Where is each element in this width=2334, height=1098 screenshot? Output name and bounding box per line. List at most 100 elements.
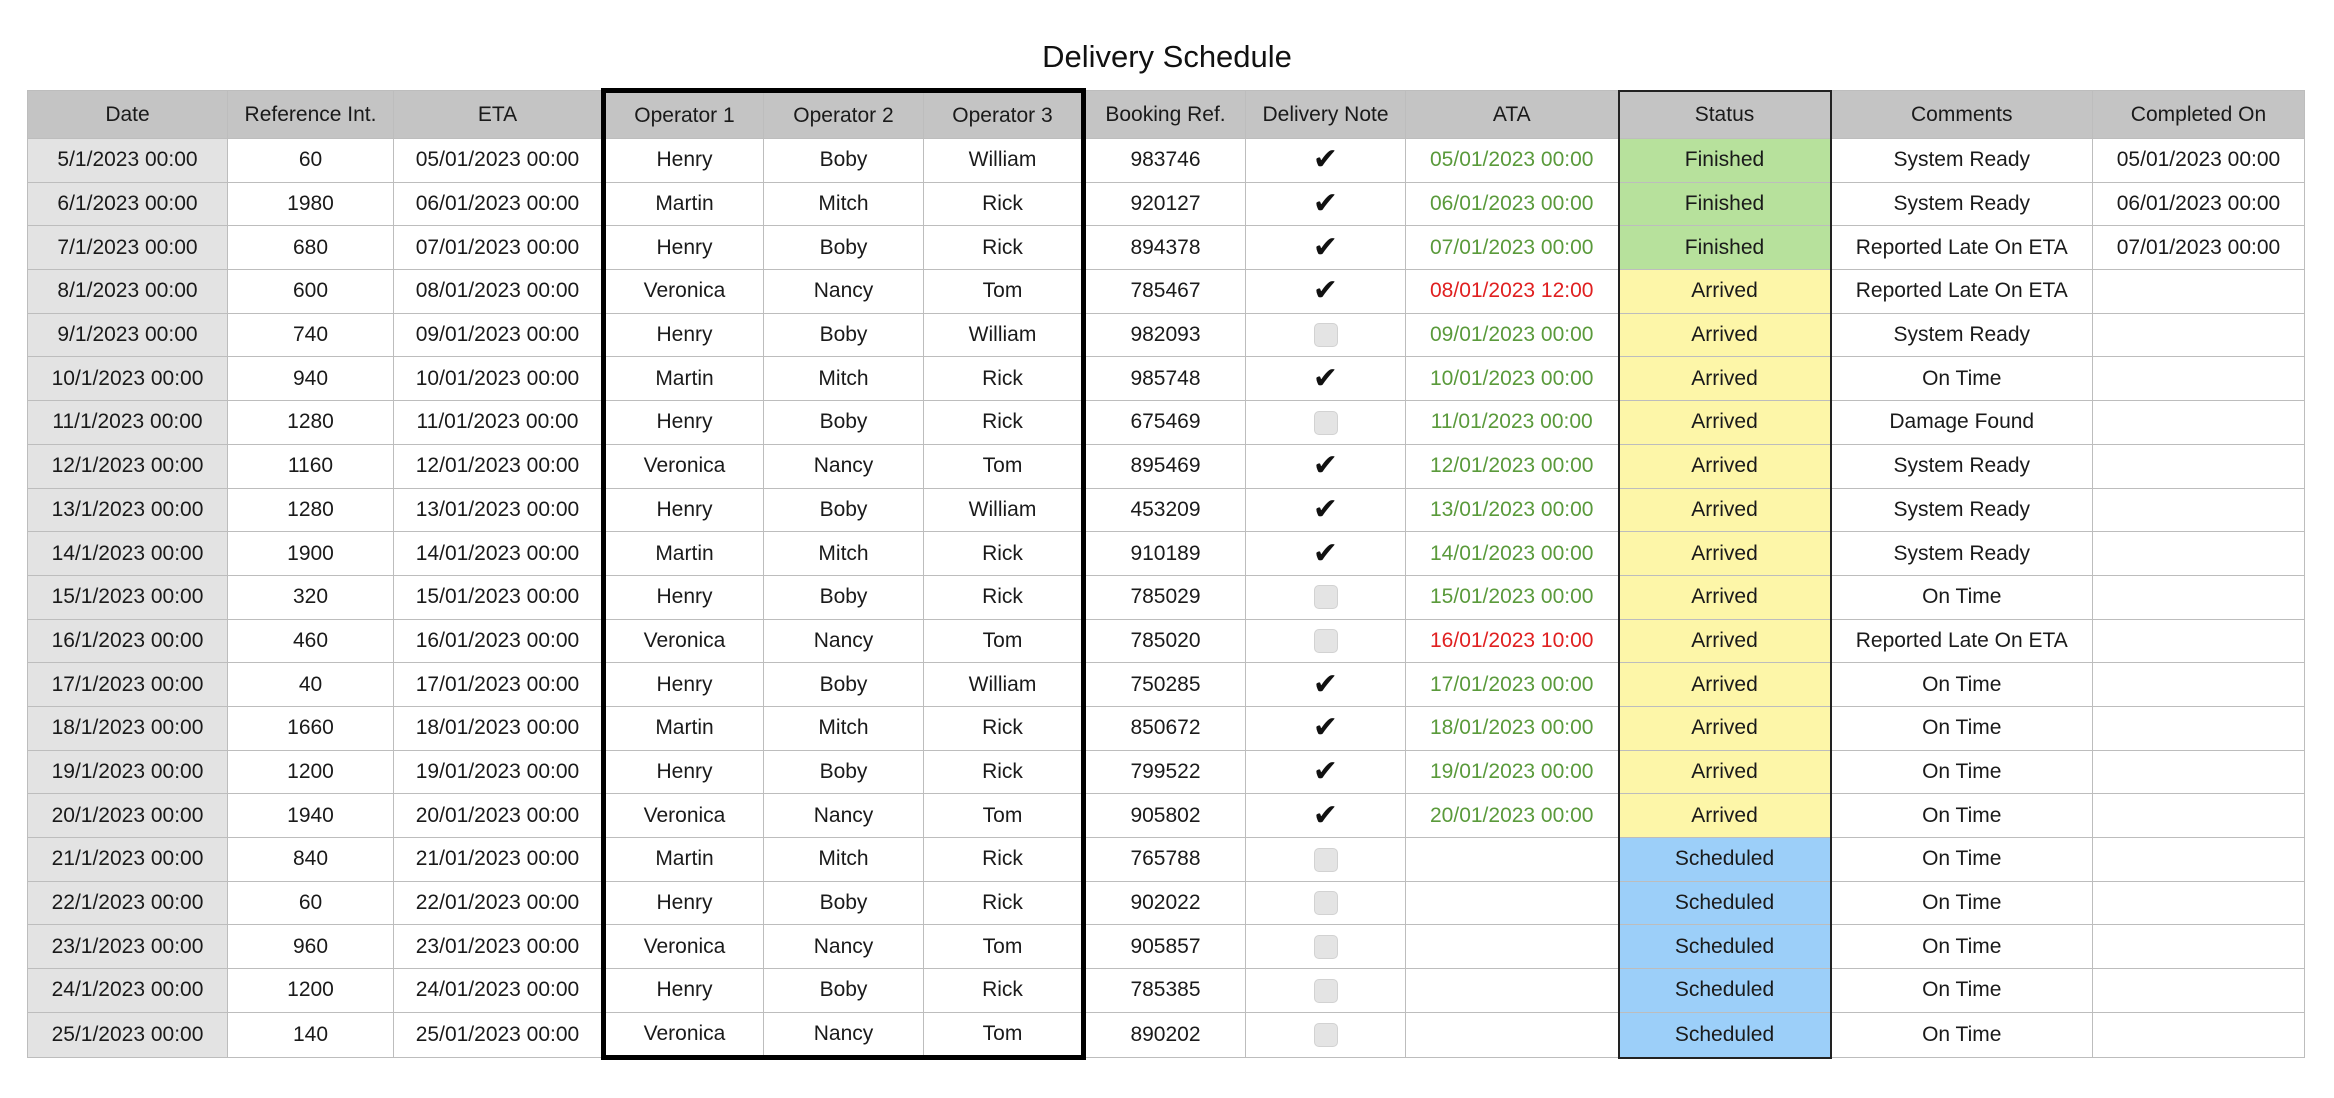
ata-cell[interactable]: 15/01/2023 00:00 [1405, 574, 1619, 620]
ata-cell[interactable] [1405, 968, 1619, 1013]
delivery-note-cell[interactable] [1245, 968, 1406, 1013]
eta-cell[interactable]: 22/01/2023 00:00 [393, 880, 604, 926]
booking-ref-cell[interactable]: 910189 [1083, 531, 1246, 576]
booking-ref-cell[interactable]: 785385 [1083, 968, 1246, 1013]
status-cell[interactable]: Arrived [1617, 356, 1832, 402]
checkbox-checked-icon[interactable]: ✔ [1313, 799, 1338, 832]
reference-cell[interactable]: 1900 [227, 531, 394, 576]
completed-on-cell[interactable] [2092, 793, 2305, 838]
operator-2-cell[interactable]: Boby [763, 225, 924, 271]
ata-cell[interactable] [1405, 1011, 1619, 1059]
booking-ref-cell[interactable]: 453209 [1083, 487, 1246, 533]
completed-on-cell[interactable] [2092, 531, 2305, 576]
checkbox-checked-icon[interactable]: ✔ [1313, 449, 1338, 482]
completed-on-cell[interactable] [2092, 749, 2305, 795]
checkbox-checked-icon[interactable]: ✔ [1313, 231, 1338, 264]
comments-cell[interactable]: System Ready [1830, 487, 2093, 533]
date-cell[interactable]: 23/1/2023 00:00 [27, 924, 228, 970]
operator-3-cell[interactable]: Tom [923, 793, 1086, 838]
reference-cell[interactable]: 1200 [227, 968, 394, 1013]
ata-cell[interactable]: 19/01/2023 00:00 [1405, 749, 1619, 795]
checkbox-empty-icon[interactable] [1313, 847, 1338, 872]
operator-1-cell[interactable]: Martin [601, 181, 764, 227]
operator-2-cell[interactable]: Mitch [763, 531, 924, 576]
reference-cell[interactable]: 1280 [227, 400, 394, 445]
status-cell[interactable]: Arrived [1617, 487, 1832, 533]
completed-on-cell[interactable] [2092, 312, 2305, 358]
delivery-note-cell[interactable]: ✔ [1245, 356, 1406, 402]
reference-cell[interactable]: 680 [227, 225, 394, 271]
delivery-note-cell[interactable]: ✔ [1245, 269, 1406, 314]
status-cell[interactable]: Arrived [1617, 531, 1832, 576]
status-cell[interactable]: Arrived [1617, 574, 1832, 620]
booking-ref-cell[interactable]: 905857 [1083, 924, 1246, 970]
ata-cell[interactable]: 07/01/2023 00:00 [1405, 225, 1619, 271]
checkbox-empty-icon[interactable] [1313, 978, 1338, 1003]
reference-cell[interactable]: 940 [227, 356, 394, 402]
operator-2-cell[interactable]: Nancy [763, 443, 924, 489]
comments-cell[interactable]: On Time [1830, 837, 2093, 882]
comments-cell[interactable]: On Time [1830, 968, 2093, 1013]
comments-cell[interactable]: On Time [1830, 793, 2093, 838]
date-cell[interactable]: 5/1/2023 00:00 [27, 138, 228, 183]
operator-3-cell[interactable]: William [923, 138, 1086, 183]
checkbox-empty-icon[interactable] [1313, 585, 1338, 610]
completed-on-cell[interactable] [2092, 487, 2305, 533]
ata-cell[interactable]: 06/01/2023 00:00 [1405, 181, 1619, 227]
date-cell[interactable]: 10/1/2023 00:00 [27, 356, 228, 402]
booking-ref-cell[interactable]: 920127 [1083, 181, 1246, 227]
ata-cell[interactable]: 18/01/2023 00:00 [1405, 705, 1619, 751]
booking-ref-cell[interactable]: 799522 [1083, 749, 1246, 795]
status-cell[interactable]: Arrived [1617, 749, 1832, 795]
reference-cell[interactable]: 840 [227, 837, 394, 882]
operator-3-cell[interactable]: Tom [923, 924, 1086, 970]
delivery-note-cell[interactable] [1245, 880, 1406, 926]
column-header-status[interactable]: Status [1617, 89, 1832, 139]
ata-cell[interactable] [1405, 880, 1619, 926]
operator-2-cell[interactable]: Nancy [763, 793, 924, 838]
comments-cell[interactable]: On Time [1830, 880, 2093, 926]
booking-ref-cell[interactable]: 785029 [1083, 574, 1246, 620]
status-cell[interactable]: Finished [1617, 225, 1832, 271]
operator-1-cell[interactable]: Henry [601, 225, 764, 271]
booking-ref-cell[interactable]: 894378 [1083, 225, 1246, 271]
operator-1-cell[interactable]: Veronica [601, 1011, 764, 1061]
reference-cell[interactable]: 740 [227, 312, 394, 358]
completed-on-cell[interactable]: 05/01/2023 00:00 [2092, 138, 2305, 183]
booking-ref-cell[interactable]: 765788 [1083, 837, 1246, 882]
eta-cell[interactable]: 06/01/2023 00:00 [393, 181, 604, 227]
reference-cell[interactable]: 960 [227, 924, 394, 970]
date-cell[interactable]: 14/1/2023 00:00 [27, 531, 228, 576]
operator-2-cell[interactable]: Boby [763, 968, 924, 1013]
column-header-comments[interactable]: Comments [1830, 90, 2093, 139]
operator-2-cell[interactable]: Boby [763, 312, 924, 358]
completed-on-cell[interactable] [2092, 880, 2305, 926]
operator-2-cell[interactable]: Nancy [763, 924, 924, 970]
operator-2-cell[interactable]: Boby [763, 487, 924, 533]
date-cell[interactable]: 9/1/2023 00:00 [27, 312, 228, 358]
operator-1-cell[interactable]: Henry [601, 880, 764, 926]
completed-on-cell[interactable] [2092, 924, 2305, 970]
column-header-date[interactable]: Date [27, 90, 228, 139]
operator-1-cell[interactable]: Martin [601, 531, 764, 576]
checkbox-checked-icon[interactable]: ✔ [1313, 711, 1338, 744]
operator-1-cell[interactable]: Martin [601, 705, 764, 751]
operator-3-cell[interactable]: William [923, 662, 1086, 707]
status-cell[interactable]: Arrived [1617, 443, 1832, 489]
date-cell[interactable]: 11/1/2023 00:00 [27, 400, 228, 445]
operator-1-cell[interactable]: Veronica [601, 443, 764, 489]
operator-1-cell[interactable]: Henry [601, 968, 764, 1013]
ata-cell[interactable]: 10/01/2023 00:00 [1405, 356, 1619, 402]
operator-3-cell[interactable]: Rick [923, 749, 1086, 795]
delivery-note-cell[interactable]: ✔ [1245, 793, 1406, 838]
comments-cell[interactable]: System Ready [1830, 531, 2093, 576]
column-header-delivery-note[interactable]: Delivery Note [1245, 90, 1406, 139]
operator-2-cell[interactable]: Boby [763, 574, 924, 620]
comments-cell[interactable]: System Ready [1830, 138, 2093, 183]
delivery-note-cell[interactable] [1245, 1011, 1406, 1059]
operator-3-cell[interactable]: Tom [923, 443, 1086, 489]
eta-cell[interactable]: 08/01/2023 00:00 [393, 269, 604, 314]
date-cell[interactable]: 18/1/2023 00:00 [27, 705, 228, 751]
ata-cell[interactable]: 08/01/2023 12:00 [1405, 269, 1619, 314]
status-cell[interactable]: Arrived [1617, 793, 1832, 838]
